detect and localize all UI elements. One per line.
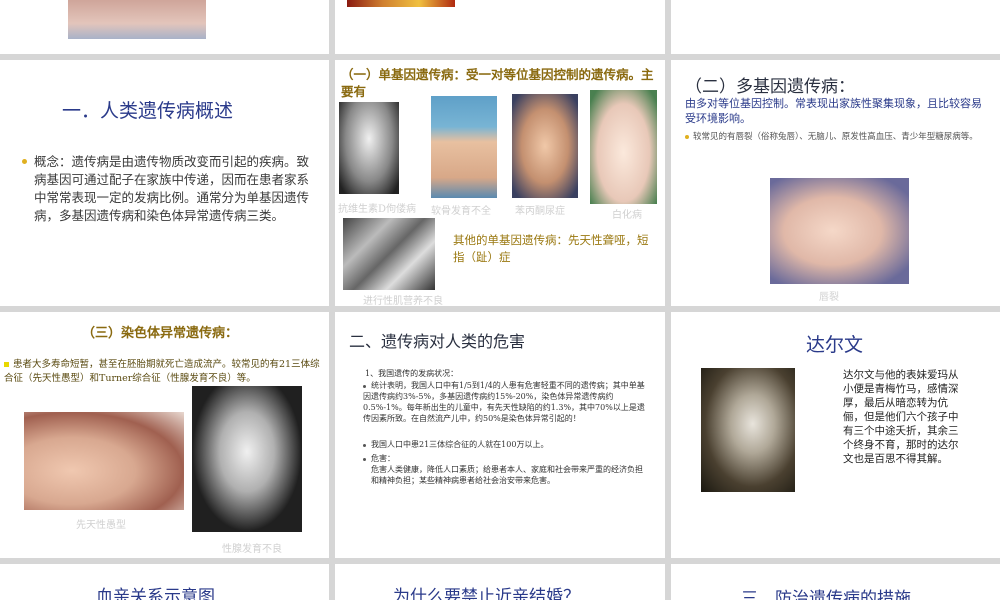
- slide-title: 达尔文: [806, 334, 864, 356]
- slide-top-right: [671, 0, 1000, 54]
- slide-single-gene: （一）单基因遗传病：受一对等位基因控制的遗传病。主要有 抗维生素D佝偻病 软骨发…: [335, 60, 665, 306]
- polygenic-description: 由多对等位基因控制。常表现出家族性聚集现象，且比较容易受环境影响。: [685, 97, 982, 125]
- baby-photo: [68, 0, 206, 39]
- slide-heading: （三）染色体异常遗传病：: [82, 326, 239, 341]
- bullet-square-icon: [4, 362, 9, 367]
- slide-darwin: 达尔文 达尔文与他的表妹爱玛从小便是青梅竹马，感情深厚，最后从暗恋转为伉俪，但是…: [671, 312, 1000, 558]
- harm-bullet: 危害：: [363, 453, 647, 465]
- child-back-photo: [431, 96, 497, 198]
- statistics-bullet: 统计表明，我国人口中有1/5到1/4的人患有危害轻重不同的遗传病；其中单基因遗传…: [363, 380, 647, 424]
- down-count-bullet: 我国人口中患21三体综合征的人就在100万以上。: [363, 439, 647, 451]
- slide-consanguinity: 血亲关系示意图: [0, 564, 329, 600]
- photo-caption: 先天性愚型: [76, 520, 126, 531]
- harm-description: 危害人类健康，降低人口素质；给患者本人、家庭和社会带来严重的经济负担和精神负担；…: [371, 465, 643, 485]
- slide-title: 一．人类遗传病概述: [62, 100, 234, 122]
- slide-prevention: 三、防治遗传病的措施: [671, 564, 1000, 600]
- bullet-text: 我国人口中患21三体综合征的人就在100万以上。: [371, 440, 549, 449]
- xray-photo: [339, 102, 399, 194]
- darwin-story: 达尔文与他的表妹爱玛从小便是青梅竹马，感情深厚，最后从暗恋转为伉俪，但是他们六个…: [843, 369, 959, 465]
- albino-child-photo: [590, 90, 657, 204]
- photo-caption: 进行性肌营养不良: [363, 296, 443, 306]
- turner-syndrome-photo: [192, 386, 302, 532]
- bullet-text: 患者大多寿命短暂，甚至在胚胎期就死亡造成流产。较常见的有21三体综合征（先天性愚…: [4, 359, 320, 384]
- slide-title: 二、遗传病对人类的危害: [349, 332, 526, 351]
- common-polygenic-bullet: 较常见的有唇裂（俗称兔唇）、无脑儿、原发性高血压、青少年型糖尿病等。: [685, 132, 985, 144]
- concept-bullet: 概念：遗传病是由遗传物质改变而引起的疾病。致病基因可通过配子在家族中传递，因而在…: [22, 153, 312, 225]
- other-single-gene: 其他的单基因遗传病：先天性聋哑，短指（趾）症: [453, 233, 649, 264]
- slide-title: 血亲关系示意图: [96, 587, 215, 600]
- slide-top-center: [335, 0, 665, 54]
- chromosomal-bullet: 患者大多寿命短暂，甚至在胚胎期就死亡造成流产。较常见的有21三体综合征（先天性愚…: [4, 358, 322, 386]
- bullet-dot-icon: [363, 457, 366, 461]
- slide-why-ban: 为什么要禁止近亲结婚？: [335, 564, 665, 600]
- bullet-dot-icon: [22, 159, 27, 164]
- slide-polygenic: （二）多基因遗传病： 由多对等位基因控制。常表现出家族性聚集现象，且比较容易受环…: [671, 60, 1000, 306]
- slide-heading: （二）多基因遗传病：: [685, 77, 855, 97]
- bullet-text: 较常见的有唇裂（俗称兔唇）、无脑儿、原发性高血压、青少年型糖尿病等。: [693, 132, 978, 142]
- painting-photo: [347, 0, 455, 7]
- photo-caption: 软骨发育不全: [431, 206, 491, 217]
- photo-caption: 白化病: [612, 210, 642, 221]
- bullet-dot-icon: [685, 134, 689, 139]
- photo-caption: 性腺发育不良: [222, 544, 282, 555]
- photo-caption: 唇裂: [819, 292, 839, 303]
- slide-harm: 二、遗传病对人类的危害 1、我国遗传的发病状况： 统计表明，我国人口中有1/5到…: [335, 312, 665, 558]
- incidence-heading: 1、我国遗传的发病状况：: [365, 369, 459, 378]
- slide-chromosomal: （三）染色体异常遗传病： 患者大多寿命短暂，甚至在胚胎期就死亡造成流产。较常见的…: [0, 312, 329, 558]
- slide-genetic-disease-overview: 一．人类遗传病概述 概念：遗传病是由遗传物质改变而引起的疾病。致病基因可通过配子…: [0, 60, 329, 306]
- child-face-photo: [512, 94, 578, 198]
- photo-caption: 抗维生素D佝偻病: [338, 204, 417, 215]
- slide-title: 三、防治遗传病的措施: [741, 589, 911, 600]
- darwin-portrait: [701, 368, 795, 492]
- bullet-text: 危害：: [371, 454, 395, 463]
- bullet-text: 统计表明，我国人口中有1/5到1/4的人患有危害轻重不同的遗传病；其中单基因遗传…: [363, 381, 645, 423]
- bullet-dot-icon: [363, 443, 366, 447]
- bullet-dot-icon: [363, 384, 366, 388]
- slide-top-left: [0, 0, 329, 54]
- down-syndrome-photo: [24, 412, 184, 510]
- concept-text: 概念：遗传病是由遗传物质改变而引起的疾病。致病基因可通过配子在家族中传递，因而在…: [34, 154, 310, 223]
- photo-caption: 苯丙酮尿症: [515, 206, 565, 217]
- cleft-lip-photo: [770, 178, 909, 284]
- group-photo: [343, 218, 435, 290]
- slide-title: 为什么要禁止近亲结婚？: [393, 587, 580, 600]
